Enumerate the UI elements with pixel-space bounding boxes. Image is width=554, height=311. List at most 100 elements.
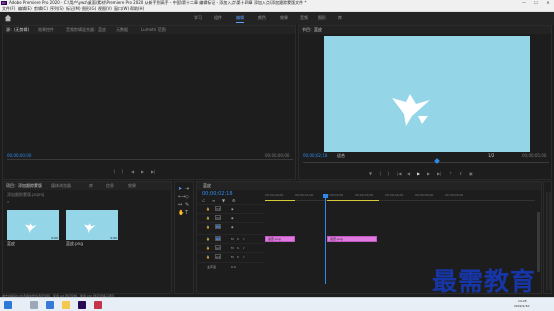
hand-tool-icon[interactable]: ✋ xyxy=(178,210,184,216)
timeline-tabs: 蓝皮 xyxy=(197,182,541,190)
tab-effect-controls[interactable]: 效果控件 xyxy=(38,27,54,33)
play-icon[interactable]: ▶ xyxy=(141,169,144,174)
app-icon[interactable] xyxy=(94,301,102,309)
microphone-icon[interactable]: ♪ xyxy=(243,255,245,259)
timeline-clip[interactable]: 蓝皮.png xyxy=(327,236,377,242)
time-ruler[interactable]: 00;00;00;00 00;00;01;00 00;00;02;00 00;0… xyxy=(265,191,535,201)
track-label-a1[interactable]: A1 xyxy=(215,236,221,241)
step-forward-icon[interactable]: ▶ xyxy=(427,171,430,176)
search-icon[interactable]: ⌕ xyxy=(7,199,9,204)
start-icon[interactable] xyxy=(4,301,12,309)
tab-effects[interactable]: 效果 xyxy=(128,183,136,189)
timeline-clip[interactable]: 蓝皮.png xyxy=(265,236,295,242)
microphone-icon[interactable]: ♪ xyxy=(243,237,245,241)
source-transport-controls[interactable]: { } ◀ ▶ ▶| xyxy=(113,169,183,174)
tab-program[interactable]: 节目：蓝皮 xyxy=(302,27,322,33)
project-item-thumbnail[interactable]: 5:00 xyxy=(7,210,59,240)
mute-button[interactable]: M xyxy=(231,255,234,259)
razor-tool-icon[interactable]: ◇ xyxy=(185,194,189,200)
tab-audio-clip-mixer[interactable]: 音频剪辑混合器：蓝皮 xyxy=(66,27,106,33)
go-to-out-icon[interactable]: ▶| xyxy=(437,171,441,176)
extract-icon[interactable]: ⇞ xyxy=(459,171,462,176)
step-back-icon[interactable]: ◀ xyxy=(131,169,134,174)
project-item-thumbnail[interactable]: 5:00 xyxy=(66,210,118,240)
track-lock-icon[interactable]: 🔒 xyxy=(206,207,210,211)
tab-metadata[interactable]: 元数据 xyxy=(116,27,128,33)
mark-out-icon[interactable]: } xyxy=(387,171,390,176)
mark-in-icon[interactable]: { xyxy=(113,169,116,174)
tab-info[interactable]: 信息 xyxy=(106,183,114,189)
lift-icon[interactable]: ⇡ xyxy=(449,171,452,176)
work-area-bar xyxy=(265,200,295,201)
workspace-audio[interactable]: 音频 xyxy=(300,15,308,21)
premiere-icon[interactable] xyxy=(78,301,86,309)
snap-icon[interactable]: ⊂ xyxy=(202,198,205,203)
resolution-select[interactable]: 1/2 xyxy=(488,153,494,158)
workspace-graphics[interactable]: 图形 xyxy=(318,15,326,21)
track-label-a3[interactable]: A3 xyxy=(215,254,221,259)
solo-button[interactable]: S xyxy=(237,246,239,250)
track-lock-icon[interactable]: 🔒 xyxy=(206,246,210,250)
track-lock-icon[interactable]: 🔒 xyxy=(206,255,210,259)
mark-in-icon[interactable]: { xyxy=(379,171,382,176)
microphone-icon[interactable]: ♪ xyxy=(243,246,245,250)
tab-sequence[interactable]: 蓝皮 xyxy=(203,183,211,189)
go-to-in-icon[interactable]: |◀ xyxy=(397,171,401,176)
track-lock-icon[interactable]: 🔒 xyxy=(206,237,210,241)
search-icon[interactable] xyxy=(30,301,38,309)
home-icon[interactable] xyxy=(4,14,12,22)
selection-tool-icon[interactable]: ➤ xyxy=(178,186,182,192)
track-label-v2[interactable]: V2 xyxy=(215,215,221,220)
workspace-effects[interactable]: 效果 xyxy=(280,15,288,21)
workspace-assembly[interactable]: 组件 xyxy=(214,15,222,21)
export-frame-icon[interactable]: ▣ xyxy=(469,171,473,176)
track-label-v3[interactable]: V3 xyxy=(215,206,221,211)
solo-button[interactable]: S xyxy=(237,237,239,241)
track-label-a2[interactable]: A2 xyxy=(215,245,221,250)
project-file-name: 添加跟踪蒙版.prproj xyxy=(7,192,45,197)
workspace-editing[interactable]: 编辑 xyxy=(236,15,244,23)
workspace-learn[interactable]: 学习 xyxy=(194,15,202,21)
add-marker-icon[interactable]: ▼ xyxy=(222,198,225,203)
type-tool-icon[interactable]: T xyxy=(185,210,188,216)
tab-project[interactable]: 项目：添加跟踪蒙版 xyxy=(6,183,42,189)
master-volume-value[interactable]: 0.0 xyxy=(231,265,236,269)
toggle-output-icon[interactable]: ◉ xyxy=(231,207,234,211)
program-timecode: 00;00;02;18 xyxy=(303,153,328,158)
mark-out-icon[interactable]: } xyxy=(121,169,124,174)
zoom-fit-select[interactable]: 适合 xyxy=(337,153,345,159)
mute-button[interactable]: M xyxy=(231,246,234,250)
program-scrubber[interactable] xyxy=(303,162,549,163)
add-marker-icon[interactable]: ▼ xyxy=(369,171,372,176)
tools-panel: ➤ ⇥ ⟷ ◇ ↔ ✎ ✋ T xyxy=(174,181,194,294)
browser-icon[interactable] xyxy=(46,301,54,309)
slip-tool-icon[interactable]: ↔ xyxy=(178,202,182,208)
tab-lumetri-scopes[interactable]: Lumetri 范围 xyxy=(141,27,166,33)
playhead-handle-icon[interactable] xyxy=(323,194,328,198)
source-timecode: 00;00;00;00 xyxy=(7,153,32,158)
track-label-v1[interactable]: V1 xyxy=(215,224,221,229)
linked-selection-icon[interactable]: ∞ xyxy=(212,198,215,203)
track-select-tool-icon[interactable]: ⇥ xyxy=(185,186,189,192)
play-icon[interactable]: ▶ xyxy=(417,171,420,176)
workspace-libraries[interactable]: 库 xyxy=(338,15,342,21)
track-lock-icon[interactable]: 🔒 xyxy=(206,216,210,220)
step-forward-icon[interactable]: ▶| xyxy=(151,169,155,174)
tab-media-browser[interactable]: 媒体浏览器 xyxy=(51,183,71,189)
pen-tool-icon[interactable]: ✎ xyxy=(185,202,189,208)
mute-button[interactable]: M xyxy=(231,237,234,241)
solo-button[interactable]: S xyxy=(237,255,239,259)
wrench-icon[interactable]: ⚙ xyxy=(232,198,236,203)
tab-libraries[interactable]: 库 xyxy=(89,183,93,189)
folder-icon[interactable] xyxy=(62,301,70,309)
workspace-color[interactable]: 颜色 xyxy=(258,15,266,21)
project-tabs: 项目：添加跟踪蒙版 媒体浏览器 库 信息 效果 xyxy=(3,182,171,190)
step-back-icon[interactable]: ◀ xyxy=(407,171,410,176)
toggle-output-icon[interactable]: ◉ xyxy=(231,216,234,220)
tab-source[interactable]: 源：(无剪辑) xyxy=(6,27,29,33)
toggle-output-icon[interactable]: ◉ xyxy=(231,225,234,229)
source-scrubber[interactable] xyxy=(7,159,293,160)
program-transport-controls[interactable]: ▼ { } |◀ ◀ ▶ ▶ ▶| ⇡ ⇞ ▣ xyxy=(369,171,489,177)
timeline-playhead[interactable] xyxy=(325,194,326,284)
track-lock-icon[interactable]: 🔒 xyxy=(206,225,210,229)
